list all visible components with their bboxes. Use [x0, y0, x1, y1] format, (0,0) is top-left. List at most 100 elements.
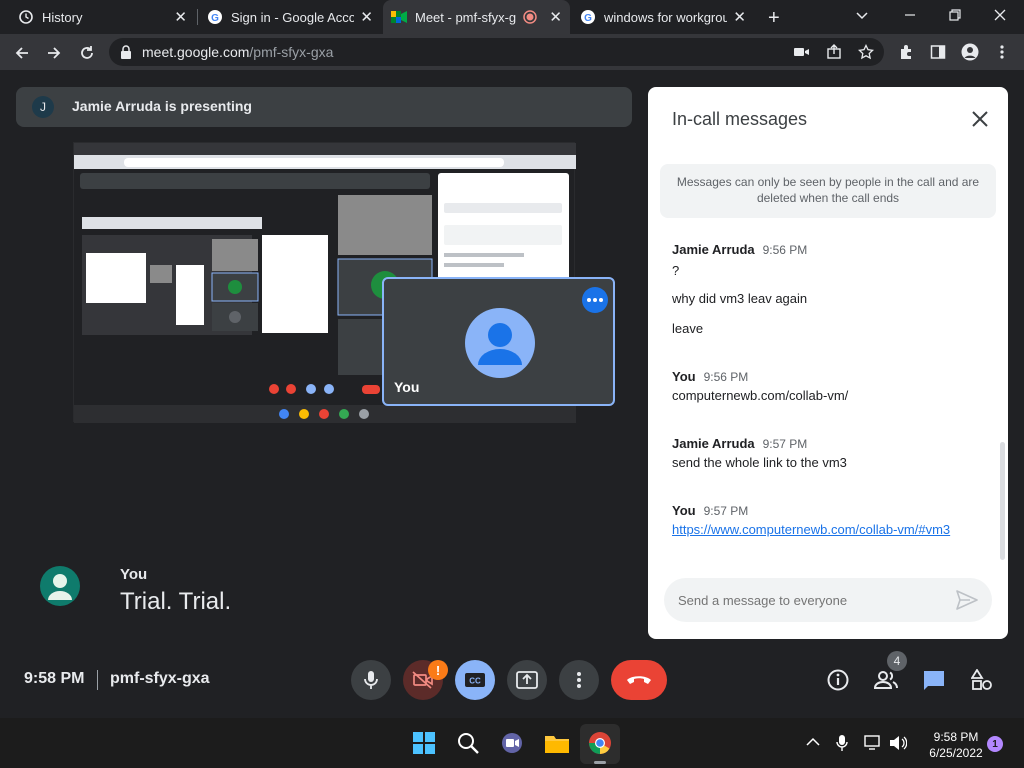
- tab-title: History: [42, 9, 83, 25]
- message-time: 9:56 PM: [703, 370, 749, 384]
- tab-sign-in[interactable]: G Sign in - Google Accou ✕: [199, 0, 381, 34]
- lock-icon[interactable]: [120, 45, 132, 59]
- teams-chat-icon[interactable]: [500, 731, 524, 755]
- chat-button[interactable]: [914, 660, 954, 700]
- volume-icon[interactable]: [889, 735, 907, 751]
- chrome-taskbar-button[interactable]: [580, 724, 620, 764]
- participants-count-badge: 4: [887, 651, 907, 671]
- message-time: 9:57 PM: [703, 504, 749, 518]
- tray-mic-icon[interactable]: [836, 734, 848, 752]
- extensions-icon[interactable]: [898, 44, 914, 60]
- tray-overflow-chevron-icon[interactable]: [806, 737, 820, 747]
- window-close-icon[interactable]: [993, 8, 1007, 22]
- network-icon[interactable]: [864, 735, 882, 751]
- google-icon: G: [580, 9, 596, 25]
- self-tile-label: You: [394, 379, 420, 395]
- chat-scrollbar[interactable]: [1000, 442, 1005, 560]
- profile-icon[interactable]: [961, 43, 979, 61]
- presenter-avatar: J: [32, 96, 54, 118]
- share-icon[interactable]: [826, 44, 842, 60]
- tab-title: Meet - pmf-sfyx-g: [415, 9, 517, 25]
- back-icon[interactable]: [13, 44, 31, 62]
- closed-captions-icon: CC: [465, 673, 485, 687]
- message-text: leave: [672, 321, 704, 336]
- history-icon: [18, 9, 34, 25]
- message-time: 9:57 PM: [762, 437, 808, 451]
- taskbar-time: 9:58 PM: [933, 730, 979, 744]
- caption-speaker-avatar: [40, 566, 80, 606]
- more-vertical-icon[interactable]: [999, 44, 1005, 60]
- chat-message-input[interactable]: [678, 590, 938, 610]
- chat-title: In-call messages: [672, 109, 808, 129]
- info-icon: [827, 669, 849, 691]
- caption-text: Trial. Trial.: [120, 588, 232, 615]
- send-icon: [956, 590, 978, 610]
- message-sender: Jamie Arruda 9:56 PM: [672, 242, 808, 257]
- self-video-tile[interactable]: You: [382, 277, 615, 406]
- close-tab-icon[interactable]: ✕: [733, 8, 746, 26]
- more-vertical-icon: [577, 672, 581, 688]
- google-icon: G: [207, 9, 223, 25]
- taskbar-clock[interactable]: 9:58 PM 6/25/2022: [928, 729, 984, 761]
- activities-button[interactable]: [962, 660, 1002, 700]
- reload-icon[interactable]: [78, 44, 96, 62]
- active-app-indicator: [594, 761, 606, 764]
- minimize-icon[interactable]: [903, 8, 917, 22]
- restore-icon[interactable]: [948, 8, 962, 22]
- windows-start-icon[interactable]: [412, 731, 436, 755]
- chat-notice: Messages can only be seen by people in t…: [660, 164, 996, 218]
- tab-history[interactable]: History ✕: [10, 0, 195, 34]
- message-time: 9:56 PM: [762, 243, 808, 257]
- message-text: send the whole link to the vm3: [672, 455, 847, 470]
- present-screen-icon: [516, 671, 538, 689]
- url-text[interactable]: meet.google.com/pmf-sfyx-gxa: [142, 44, 333, 60]
- present-button[interactable]: [507, 660, 547, 700]
- meeting-details-button[interactable]: [818, 660, 858, 700]
- chat-panel: In-call messages Messages can only be se…: [648, 87, 1008, 639]
- tab-title: Sign in - Google Accou: [231, 9, 355, 25]
- captions-button[interactable]: CC: [455, 660, 495, 700]
- side-panel-icon[interactable]: [930, 44, 946, 60]
- tab-meet[interactable]: Meet - pmf-sfyx-g ✕: [383, 0, 570, 34]
- message-link[interactable]: https://www.computernewb.com/collab-vm/#…: [672, 522, 950, 537]
- more-horizontal-icon: [587, 298, 603, 302]
- new-tab-icon[interactable]: +: [768, 7, 780, 30]
- camera-indicator-icon[interactable]: [794, 45, 810, 59]
- search-icon[interactable]: [456, 731, 480, 755]
- send-button[interactable]: [956, 590, 978, 610]
- tab-windows[interactable]: G windows for workgroup ✕: [572, 0, 754, 34]
- close-tab-icon[interactable]: ✕: [360, 8, 373, 26]
- people-icon: [874, 671, 898, 689]
- caption-speaker-name: You: [120, 566, 148, 583]
- message-text: computernewb.com/collab-vm/: [672, 388, 849, 403]
- chrome-icon: [589, 732, 611, 754]
- end-call-button[interactable]: [611, 660, 667, 700]
- camera-alert-badge: !: [428, 660, 448, 680]
- close-tab-icon[interactable]: ✕: [174, 8, 187, 26]
- notification-count-badge[interactable]: 1: [987, 736, 1003, 752]
- meeting-code: pmf-sfyx-gxa: [110, 670, 210, 687]
- close-chat-button[interactable]: [970, 109, 990, 129]
- bookmark-star-icon[interactable]: [858, 44, 874, 60]
- forward-icon[interactable]: [45, 44, 63, 62]
- svg-text:G: G: [211, 13, 219, 24]
- more-options-button[interactable]: [559, 660, 599, 700]
- chat-input-box: [664, 578, 992, 622]
- message-text: why did vm3 leav again: [672, 291, 808, 306]
- mic-button[interactable]: [351, 660, 391, 700]
- tab-divider: [197, 9, 198, 25]
- message-text: ?: [672, 263, 680, 278]
- file-explorer-icon[interactable]: [544, 731, 570, 755]
- activities-icon: [971, 669, 992, 690]
- meet-icon: [391, 10, 407, 24]
- url-path: /pmf-sfyx-gxa: [249, 44, 334, 60]
- svg-text:CC: CC: [469, 677, 481, 686]
- tile-options-button[interactable]: [582, 287, 608, 313]
- hang-up-icon: [627, 676, 651, 684]
- time-code-divider: [97, 670, 98, 690]
- mic-icon: [364, 671, 378, 689]
- close-tab-icon[interactable]: ✕: [549, 8, 562, 26]
- chevron-down-icon[interactable]: [855, 8, 869, 22]
- svg-text:G: G: [584, 13, 592, 24]
- recording-icon: [523, 10, 538, 24]
